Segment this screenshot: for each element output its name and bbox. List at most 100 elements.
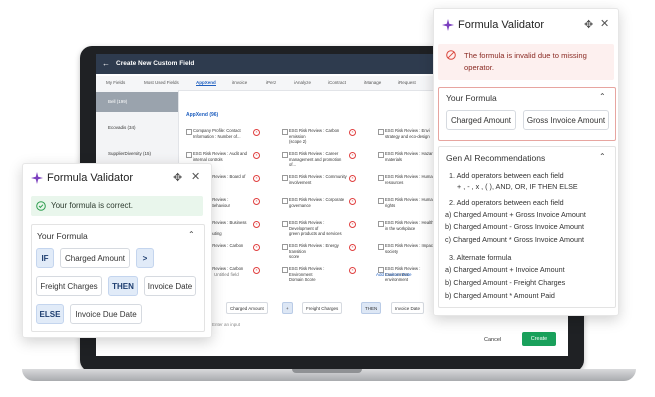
tab-imanage[interactable]: iManage [364,80,381,85]
remove-field-icon[interactable]: × [253,267,260,274]
field-card[interactable]: ESG Risk Review : Career management and p… [282,151,370,173]
error-alert: The formula is invalid due to missing op… [438,44,614,80]
formula-token-then[interactable]: THEN [108,276,138,296]
field-card-checkbox[interactable] [378,129,384,135]
field-card-text: ESG Risk Review : Energy transition score [289,243,349,260]
formula-token[interactable]: Charged Amount [60,248,130,268]
formula-chip-operator[interactable]: THEN [361,302,382,314]
tab-appxend[interactable]: AppXend [196,80,216,86]
field-card-text: ESG Risk Review : Carbon emission(scope … [289,128,349,145]
error-circle-icon [446,50,456,60]
field-card[interactable]: ESG Risk Review : Community involvement × [282,174,370,196]
field-card-checkbox[interactable] [378,221,384,227]
recommendation-line: + , - , x , ( ), AND, OR, IF THEN ELSE [457,182,578,191]
check-circle-icon [36,201,46,211]
enter-input-field[interactable]: Enter an input [212,322,240,327]
remove-field-icon[interactable]: × [253,198,260,205]
formula-token-operator[interactable]: > [136,248,154,268]
recommendation-line: 3. Alternate formula [449,253,512,262]
formula-validator-panel-error: Formula Validator ✥ ✕ The formula is inv… [433,8,619,316]
remove-field-icon[interactable]: × [253,152,260,159]
field-card[interactable]: ESG Risk Review : Development of green pr… [282,220,370,242]
formula-chip-operator[interactable]: + [282,302,293,314]
tab-iinvoice[interactable]: iInvoice [232,80,247,85]
field-card[interactable]: ESG Risk Review : Environment Domain Scor… [282,266,370,288]
remove-field-icon[interactable]: × [349,152,356,159]
recommendation-line: b) Charged Amount * Amount Paid [445,291,555,300]
move-icon[interactable]: ✥ [173,171,182,184]
chevron-up-icon[interactable]: ⌃ [188,230,195,239]
tab-my-fields[interactable]: My Fields [106,80,125,85]
field-card[interactable]: ESG Risk Review : Carbon emission(scope … [282,128,370,150]
field-card-label-cont: involvement [289,179,312,185]
field-card-checkbox[interactable] [282,244,288,250]
formula-chip[interactable]: Invoice Date [391,302,425,314]
your-formula-label: Your Formula [37,231,88,241]
remove-field-icon[interactable]: × [253,129,260,136]
field-card-text: ESG Risk Review : Corporate governance [289,197,349,208]
tab-icontract[interactable]: iContract [328,80,346,85]
untitled-field[interactable]: Untitled field [214,272,239,277]
remove-field-icon[interactable]: × [349,244,356,251]
chevron-up-icon[interactable]: ⌃ [599,152,606,161]
field-card-label-cont: rights [385,202,396,208]
field-card-checkbox[interactable] [282,175,288,181]
field-card-label: ESG Risk Review : Energy transition [289,243,339,254]
field-card-checkbox[interactable] [186,152,192,158]
your-formula-box: Your Formula ⌃ IF Charged Amount > Freig… [31,224,205,332]
field-card-checkbox[interactable] [378,152,384,158]
formula-chip[interactable]: Freight Charges [302,302,343,314]
field-card-label-cont: materials [385,156,402,162]
tab-ianalyze[interactable]: iAnalyze [294,80,311,85]
field-card[interactable]: ESG Risk Review : Corporate governance × [282,197,370,219]
formula-chip[interactable]: Charged Amount [226,302,268,314]
field-card-label: ESG Risk Review : Audit and [193,151,247,156]
remove-field-icon[interactable]: × [349,175,356,182]
add-custom-date-link[interactable]: Add Custom Date [376,272,412,277]
formula-token[interactable]: Freight Charges [36,276,102,296]
field-card-checkbox[interactable] [282,198,288,204]
field-card-checkbox[interactable] [282,129,288,135]
remove-field-icon[interactable]: × [349,129,356,136]
field-card[interactable]: Company Profile: Contact Information : Nu… [186,128,274,150]
field-card-checkbox[interactable] [378,244,384,250]
recommendation-line: a) Charged Amount + Invoice Amount [445,265,565,274]
sidebar-item-bell[interactable]: Bell (199) [96,92,178,112]
field-card[interactable]: ESG Risk Review : Energy transition score… [282,243,370,265]
close-icon[interactable]: ✕ [191,170,200,183]
formula-token[interactable]: Invoice Due Date [70,304,142,324]
formula-token[interactable]: Gross Invoice Amount [523,110,609,130]
laptop-notch [292,369,362,373]
tab-irequest[interactable]: iRequest [398,80,416,85]
formula-token[interactable]: Charged Amount [446,110,516,130]
close-icon[interactable]: ✕ [600,17,609,30]
field-card-label: ESG Risk Review : Environment [289,266,325,277]
move-icon[interactable]: ✥ [584,18,593,31]
cancel-button[interactable]: Cancel [484,337,501,343]
field-card-label: ESG Risk Review : Envi [385,128,430,133]
remove-field-icon[interactable]: × [253,221,260,228]
field-card-checkbox[interactable] [282,221,288,227]
remove-field-icon[interactable]: × [253,175,260,182]
remove-field-icon[interactable]: × [253,244,260,251]
formula-token-else[interactable]: ELSE [36,304,64,324]
tab-most-used[interactable]: Most Used Fields [144,80,179,85]
sidebar-item-ecovadis[interactable]: Ecovadis (34) [96,118,178,138]
recommendation-line: 2. Add operators between each field [449,198,564,207]
chevron-up-icon[interactable]: ⌃ [599,92,606,101]
field-card-checkbox[interactable] [282,152,288,158]
remove-field-icon[interactable]: × [349,221,356,228]
remove-field-icon[interactable]: × [349,198,356,205]
field-card-checkbox[interactable] [186,129,192,135]
formula-token-if[interactable]: IF [36,248,54,268]
field-card-checkbox[interactable] [282,267,288,273]
formula-token[interactable]: Invoice Date [144,276,196,296]
back-arrow-icon[interactable]: ← [102,59,110,68]
field-card-checkbox[interactable] [378,175,384,181]
field-card-checkbox[interactable] [378,198,384,204]
remove-field-icon[interactable]: × [349,267,356,274]
sidebar-item-supplierdiversity[interactable]: SupplierDiversity (15) [96,144,178,164]
field-card-label: ESG Risk Review : Impacts [385,243,437,248]
tab-iperz[interactable]: iPerz [266,80,276,85]
create-button[interactable]: Create [522,332,556,346]
